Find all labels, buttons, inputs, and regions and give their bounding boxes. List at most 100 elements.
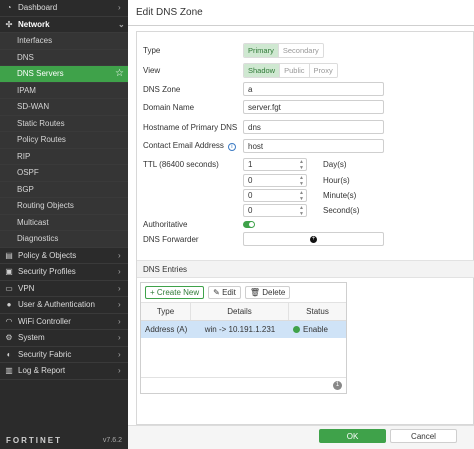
hostname-row: Hostname of Primary DNS dns — [143, 120, 384, 134]
sidebar-item-label: Security Profiles — [18, 267, 76, 277]
plus-icon: + — [310, 235, 317, 243]
contact-label: Contact Email Address — [143, 141, 224, 150]
info-icon[interactable]: i — [227, 143, 236, 151]
sidebar-item-label: DNS — [17, 52, 34, 62]
sidebar-item-label: SD-WAN — [17, 102, 50, 112]
sidebar-item-dashboard[interactable]: ◔ Dashboard › — [0, 0, 128, 17]
authoritative-label: Authoritative — [143, 219, 188, 229]
sidebar-item-rip[interactable]: RIP — [0, 148, 128, 165]
sidebar-item-vpn[interactable]: ▭ VPN › — [0, 281, 128, 297]
type-secondary-option[interactable]: Secondary — [278, 44, 323, 57]
ttl-seconds-stepper[interactable]: 0 ▲ ▼ — [243, 204, 307, 217]
stepper-arrows-icon[interactable]: ▲ ▼ — [299, 205, 304, 217]
table-footer: 1 — [141, 377, 346, 393]
vpn-icon: ▭ — [5, 283, 13, 293]
contact-email-input[interactable]: host — [243, 139, 384, 153]
domain-name-input[interactable]: server.fgt — [243, 100, 384, 114]
view-public-option[interactable]: Public — [280, 64, 310, 77]
view-proxy-option[interactable]: Proxy — [309, 64, 337, 77]
sidebar-item-label: IPAM — [17, 85, 36, 95]
add-forwarder-button[interactable]: + — [243, 232, 384, 246]
sidebar-item-interfaces[interactable]: Interfaces — [0, 33, 128, 50]
sidebar-item-sd-wan[interactable]: SD-WAN — [0, 99, 128, 116]
dns-entries-table: + Create New ✎ Edit 🗑 Delete Type Detail… — [140, 282, 347, 394]
create-new-button[interactable]: + Create New — [145, 286, 205, 299]
ok-button[interactable]: OK — [319, 429, 386, 443]
sidebar-item-security-profiles[interactable]: ▣ Security Profiles › — [0, 264, 128, 281]
chevron-right-icon: › — [118, 366, 121, 376]
column-header-details[interactable]: Details — [191, 303, 289, 320]
table-toolbar: + Create New ✎ Edit 🗑 Delete — [141, 283, 346, 303]
stepper-arrows-icon[interactable]: ▲ ▼ — [299, 190, 304, 202]
edit-button[interactable]: ✎ Edit — [208, 286, 241, 299]
sidebar-item-static-routes[interactable]: Static Routes — [0, 115, 128, 132]
sidebar-item-policy-objects[interactable]: ▤ Policy & Objects › — [0, 248, 128, 264]
sidebar-item-user-authentication[interactable]: ● User & Authentication › — [0, 297, 128, 314]
authoritative-row: Authoritative — [143, 218, 255, 230]
type-primary-option[interactable]: Primary — [244, 44, 279, 57]
network-icon: ✣ — [5, 19, 13, 29]
sidebar-item-label: Security Fabric — [18, 349, 72, 359]
ttl-hours-stepper[interactable]: 0 ▲ ▼ — [243, 174, 307, 187]
sidebar-item-dns[interactable]: DNS — [0, 49, 128, 66]
sidebar-item-security-fabric[interactable]: ◐ Security Fabric › — [0, 347, 128, 363]
sidebar-item-label: Diagnostics — [17, 234, 59, 244]
sidebar-item-label: Policy Routes — [17, 135, 66, 145]
row-count-badge: 1 — [333, 381, 342, 390]
ttl-seconds-unit: Second(s) — [323, 206, 360, 215]
ttl-days-unit: Day(s) — [323, 160, 347, 169]
column-header-status[interactable]: Status — [289, 303, 346, 320]
cell-type: Address (A) — [145, 325, 188, 334]
sidebar-item-network[interactable]: ✣ Network ⌄ — [0, 17, 128, 33]
type-row: Type Primary Secondary — [143, 43, 324, 58]
cell-details: win -> 10.191.1.231 — [204, 325, 276, 334]
column-header-type[interactable]: Type — [141, 303, 191, 320]
ttl-seconds-row: 0 ▲ ▼ Second(s) — [143, 204, 359, 217]
ttl-label: TTL (86400 seconds) — [143, 160, 219, 169]
view-shadow-option[interactable]: Shadow — [244, 64, 281, 77]
ttl-minutes-unit: Minute(s) — [323, 191, 357, 200]
ttl-minutes-stepper[interactable]: 0 ▲ ▼ — [243, 189, 307, 202]
chevron-right-icon: › — [118, 250, 121, 260]
delete-button[interactable]: 🗑 Delete — [244, 286, 291, 299]
check-circle-icon — [293, 326, 300, 333]
sidebar-item-multicast[interactable]: Multicast — [0, 214, 128, 231]
star-icon[interactable]: ☆ — [115, 68, 124, 79]
sidebar-item-log-report[interactable]: ▥ Log & Report › — [0, 363, 128, 380]
sidebar-item-label: Multicast — [17, 217, 49, 227]
sidebar-item-ospf[interactable]: OSPF — [0, 165, 128, 182]
fortigate-window: ◔ Dashboard › ✣ Network ⌄ Interfaces DNS… — [0, 0, 474, 449]
sidebar-item-label: Routing Objects — [17, 201, 74, 211]
type-toggle: Primary Secondary — [243, 43, 324, 58]
sidebar-item-wifi-controller[interactable]: ◠ WiFi Controller › — [0, 314, 128, 330]
dns-entries-header: DNS Entries — [137, 260, 474, 278]
sidebar-item-diagnostics[interactable]: Diagnostics — [0, 231, 128, 248]
main-panel: Edit DNS Zone Type Primary Secondary Vie… — [128, 0, 474, 449]
dns-zone-input[interactable]: a — [243, 82, 384, 96]
version-label: v7.6.2 — [102, 436, 122, 444]
fabric-icon: ◐ — [6, 349, 12, 359]
contact-label-wrap: Contact Email Address i — [143, 141, 243, 151]
wifi-icon: ◠ — [5, 316, 13, 326]
stepper-arrows-icon[interactable]: ▲ ▼ — [299, 159, 304, 171]
sidebar-item-routing-objects[interactable]: Routing Objects — [0, 198, 128, 215]
hostname-input[interactable]: dns — [243, 120, 384, 134]
sidebar-item-bgp[interactable]: BGP — [0, 181, 128, 198]
sidebar-item-label: WiFi Controller — [18, 316, 71, 326]
user-icon: ● — [6, 300, 12, 310]
table-header: Type Details Status — [141, 303, 346, 321]
sidebar-item-dns-servers[interactable]: DNS Servers ☆ — [0, 66, 128, 83]
sidebar-item-system[interactable]: ⚙ System › — [0, 330, 128, 347]
authoritative-toggle[interactable] — [243, 220, 255, 228]
ttl-days-stepper[interactable]: 1 ▲ ▼ — [243, 158, 307, 171]
ttl-minutes-row: 0 ▲ ▼ Minute(s) — [143, 189, 356, 202]
cancel-button[interactable]: Cancel — [390, 429, 457, 443]
sidebar-item-label: Log & Report — [18, 366, 66, 376]
sidebar-item-label: DNS Servers — [17, 69, 64, 79]
stepper-arrows-icon[interactable]: ▲ ▼ — [299, 175, 304, 187]
lock-icon: ▣ — [5, 267, 13, 277]
sidebar-item-policy-routes[interactable]: Policy Routes — [0, 132, 128, 149]
sidebar-item-label: Dashboard — [18, 3, 58, 13]
table-row[interactable]: Address (A) win -> 10.191.1.231 Enable — [141, 321, 346, 338]
sidebar-item-ipam[interactable]: IPAM — [0, 82, 128, 99]
